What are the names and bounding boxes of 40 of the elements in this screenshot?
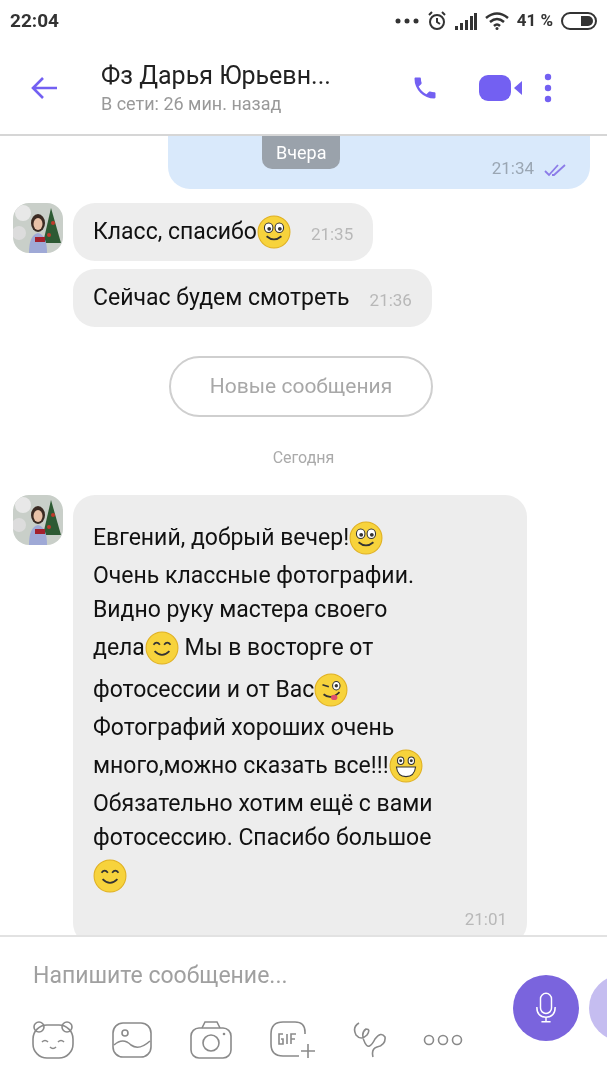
- emoji-icon: [388, 749, 423, 783]
- emoji-icon: [93, 859, 127, 893]
- message-text: фотосессии и от Вас: [93, 675, 315, 705]
- clock-time: 22:04: [10, 7, 59, 34]
- microphone-icon: [535, 992, 557, 1024]
- emoji-icon: [144, 631, 179, 665]
- message-text: Обязательно хотим ещё с вами: [93, 789, 433, 819]
- emoji-icon: [349, 521, 384, 555]
- more-options-button[interactable]: [543, 73, 553, 103]
- message-text: много,можно сказать все!!!: [93, 751, 389, 781]
- message-text: Класс, спасибо: [93, 216, 257, 247]
- day-separator: Сегодня: [272, 447, 335, 469]
- message-text: Мы в восторге от: [183, 633, 374, 663]
- message-text: дела: [93, 633, 145, 663]
- message-text: фотосессию. Спасибо большое: [93, 823, 432, 853]
- gallery-button[interactable]: [111, 1021, 153, 1059]
- emoji-icon: [256, 215, 291, 249]
- video-call-button[interactable]: [479, 73, 523, 103]
- battery-percent: 41 %: [516, 9, 553, 33]
- more-button[interactable]: [423, 1033, 463, 1047]
- message-text: Очень классные фотографии.: [93, 561, 414, 591]
- message-text: Видно руку мастера своего: [93, 595, 388, 625]
- alarm-icon: [426, 11, 447, 31]
- message-input[interactable]: Напишите сообщение...: [33, 955, 473, 995]
- last-seen-status: В сети: 26 мин. назад: [101, 92, 283, 116]
- message-time: 21:34: [491, 156, 534, 180]
- date-label: Вчера: [262, 136, 341, 169]
- signal-icon: [454, 12, 477, 30]
- camera-button[interactable]: [189, 1020, 233, 1060]
- more-notifications-icon: [394, 18, 419, 24]
- sticker-button[interactable]: [31, 1020, 75, 1060]
- battery-icon: [561, 12, 597, 30]
- wifi-icon: [484, 12, 509, 30]
- message-text: Фотографий хороших очень: [93, 713, 395, 743]
- gif-button[interactable]: [269, 1020, 315, 1060]
- contact-name[interactable]: Фз Дарья Юрьевн...: [101, 60, 391, 92]
- emoji-icon: [314, 673, 349, 707]
- message-text: Евгений, добрый вечер!: [93, 523, 350, 553]
- doodle-button[interactable]: [351, 1021, 387, 1059]
- message-text: Сейчас будем смотреть: [93, 282, 350, 313]
